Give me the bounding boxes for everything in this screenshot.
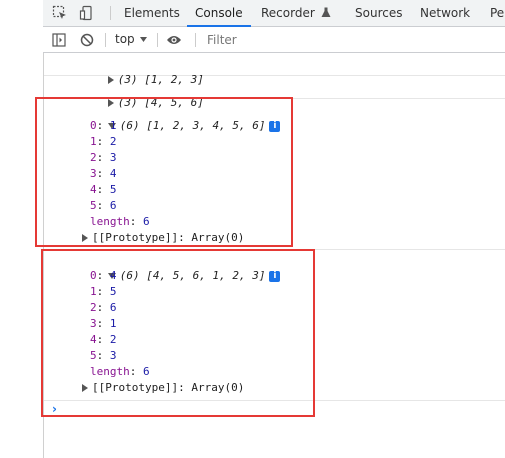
tab-sources[interactable]: Sources [355,0,402,26]
toolbar-divider [110,6,111,20]
tab-recorder[interactable]: Recorder [261,0,331,26]
clear-console-icon[interactable] [77,27,97,52]
devtools-tab-bar: Elements Console Recorder Sources Networ… [43,0,505,27]
context-selector[interactable]: top [115,27,147,52]
console-toolbar: top [43,27,505,53]
array-log-collapsed[interactable]: (3) [1, 2, 3] [68,56,204,86]
tab-performance[interactable]: Per [490,0,505,26]
highlight-box [35,97,293,247]
dropdown-arrow-icon [139,37,147,42]
toolbar-divider [105,33,106,47]
highlight-box [41,249,315,417]
tab-network[interactable]: Network [420,0,470,26]
eye-icon[interactable] [164,27,184,52]
toolbar-divider [157,33,158,47]
inspect-element-icon[interactable] [49,0,71,26]
filter-input[interactable] [205,30,505,49]
toolbar-divider [195,33,196,47]
context-label: top [115,32,135,46]
tab-elements[interactable]: Elements [124,0,180,26]
array-log-collapsed[interactable]: (3) [4, 5, 6] [68,79,204,109]
device-toggle-icon[interactable] [76,0,98,26]
tab-recorder-label: Recorder [261,6,315,20]
console-message: (3) [4, 5, 6] [44,76,505,109]
tab-console[interactable]: Console [187,0,251,27]
flask-icon [321,7,331,17]
sidebar-toggle-icon[interactable] [49,27,69,52]
console-message: (3) [1, 2, 3] [44,53,505,86]
